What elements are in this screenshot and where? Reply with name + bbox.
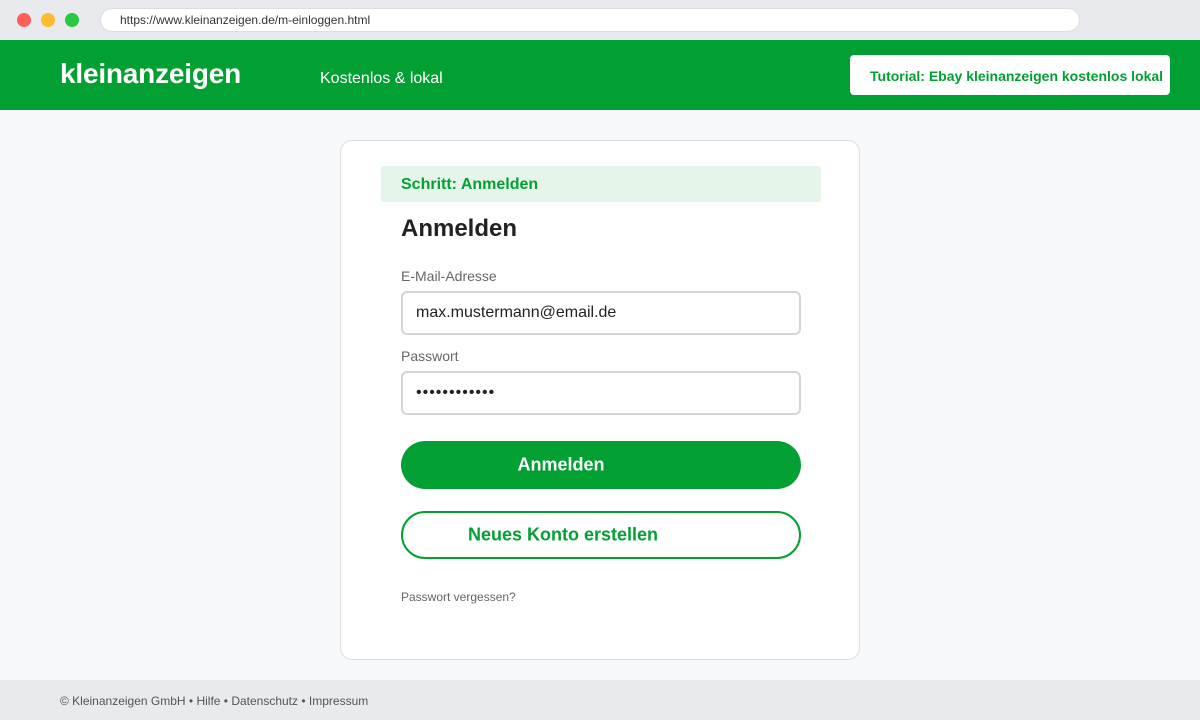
login-button[interactable]: Anmelden bbox=[401, 441, 801, 489]
email-label: E-Mail-Adresse bbox=[401, 268, 497, 284]
page-title: Anmelden bbox=[401, 215, 518, 242]
create-account-button[interactable]: Neues Konto erstellen bbox=[401, 511, 801, 559]
site-logo[interactable]: kleinanzeigen bbox=[60, 58, 241, 90]
site-tagline: Kostenlos & lokal bbox=[320, 70, 443, 87]
window-close-icon[interactable] bbox=[17, 13, 31, 27]
password-label: Passwort bbox=[401, 348, 459, 364]
step-banner: Schritt: Anmelden bbox=[381, 166, 821, 202]
email-field[interactable] bbox=[401, 291, 801, 335]
address-bar[interactable]: https://www.kleinanzeigen.de/m-einloggen… bbox=[100, 8, 1080, 32]
forgot-password-link[interactable]: Passwort vergessen? bbox=[401, 590, 516, 604]
window-minimize-icon[interactable] bbox=[41, 13, 55, 27]
browser-chrome: https://www.kleinanzeigen.de/m-einloggen… bbox=[0, 0, 1200, 40]
site-header: kleinanzeigen Kostenlos & lokal Tutorial… bbox=[0, 40, 1200, 110]
tutorial-button[interactable]: Tutorial: Ebay kleinanzeigen kostenlos l… bbox=[850, 55, 1170, 95]
login-card: Schritt: Anmelden Anmelden E-Mail-Adress… bbox=[340, 140, 860, 660]
site-footer: © Kleinanzeigen GmbH • Hilfe • Datenschu… bbox=[0, 680, 1200, 720]
window-maximize-icon[interactable] bbox=[65, 13, 79, 27]
create-account-button-label: Neues Konto erstellen bbox=[467, 524, 659, 545]
login-button-label: Anmelden bbox=[517, 454, 605, 475]
password-field[interactable] bbox=[401, 371, 801, 415]
